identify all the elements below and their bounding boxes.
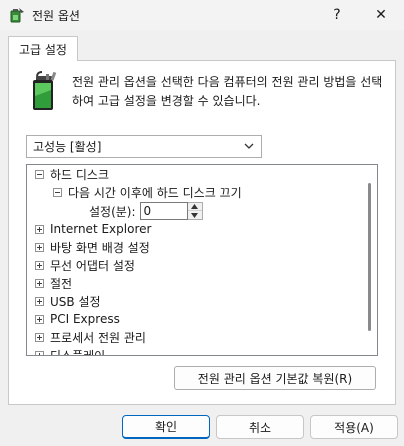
setting-label: 설정(분): bbox=[89, 204, 136, 219]
collapse-icon[interactable] bbox=[35, 169, 44, 179]
tree-item-pci-express[interactable]: PCI Express bbox=[35, 310, 120, 328]
description-text: 전원 관리 옵션을 선택한 다음 컴퓨터의 전원 관리 방법을 선택하여 고급 … bbox=[72, 75, 383, 108]
power-plan-select[interactable]: 고성능 [활성] bbox=[26, 135, 262, 158]
tree-item-processor[interactable]: 프로세서 전원 관리 bbox=[35, 328, 146, 346]
close-button[interactable]: ✕ bbox=[358, 0, 404, 30]
tree-item-label: Internet Explorer bbox=[50, 222, 152, 236]
expand-icon[interactable] bbox=[35, 296, 44, 306]
apply-button[interactable]: 적용(A) bbox=[310, 415, 398, 439]
tree-item-turn-off-disk[interactable]: 다음 시간 이후에 하드 디스크 끄기 bbox=[53, 183, 242, 201]
title-bar: 전원 옵션 ? ✕ bbox=[0, 0, 404, 30]
chevron-down-icon bbox=[244, 143, 254, 149]
tree-item-label: 절전 bbox=[50, 276, 73, 291]
scroll-thumb[interactable] bbox=[368, 183, 371, 331]
tree-item-label: 하드 디스크 bbox=[50, 167, 110, 182]
expand-icon[interactable] bbox=[35, 224, 44, 234]
expand-icon[interactable] bbox=[35, 242, 44, 252]
restore-defaults-button[interactable]: 전원 관리 옵션 기본값 복원(R) bbox=[174, 366, 376, 390]
spin-up-icon[interactable] bbox=[187, 203, 202, 211]
tree-scrollbar[interactable] bbox=[362, 165, 377, 355]
tree-item-display[interactable]: 디스플레이 bbox=[35, 346, 106, 356]
tree-item-wireless-adapter[interactable]: 무선 어댑터 설정 bbox=[35, 256, 135, 274]
collapse-icon[interactable] bbox=[53, 187, 62, 197]
tree-item-desktop-background[interactable]: 바탕 화면 배경 설정 bbox=[35, 238, 150, 256]
tree-item-sleep[interactable]: 절전 bbox=[35, 274, 72, 292]
tree-item-label: PCI Express bbox=[50, 312, 120, 326]
tree-item-setting: 설정(분): 0 bbox=[89, 201, 203, 221]
minutes-spinner[interactable] bbox=[187, 202, 203, 220]
cancel-button[interactable]: 취소 bbox=[216, 415, 304, 439]
tree-item-usb[interactable]: USB 설정 bbox=[35, 292, 101, 310]
power-options-icon bbox=[10, 8, 24, 23]
expand-icon[interactable] bbox=[35, 260, 44, 270]
power-plan-value: 고성능 [활성] bbox=[33, 140, 102, 154]
tab-advanced-settings[interactable]: 고급 설정 bbox=[8, 36, 78, 61]
tree-item-label: 다음 시간 이후에 하드 디스크 끄기 bbox=[68, 185, 242, 200]
settings-tree[interactable]: 하드 디스크 다음 시간 이후에 하드 디스크 끄기 설정(분): 0 Inte… bbox=[26, 164, 378, 356]
battery-plug-icon bbox=[33, 71, 57, 110]
minutes-input[interactable]: 0 bbox=[139, 202, 188, 220]
tree-item-internet-explorer[interactable]: Internet Explorer bbox=[35, 220, 151, 238]
help-button[interactable]: ? bbox=[314, 0, 360, 30]
tree-item-label: 바탕 화면 배경 설정 bbox=[50, 240, 150, 255]
tree-item-hard-disk[interactable]: 하드 디스크 bbox=[35, 165, 109, 183]
ok-button[interactable]: 확인 bbox=[122, 415, 210, 439]
tree-item-label: USB 설정 bbox=[50, 294, 101, 309]
tree-item-label: 디스플레이 bbox=[50, 348, 106, 356]
spin-down-icon[interactable] bbox=[188, 211, 202, 219]
tree-item-label: 무선 어댑터 설정 bbox=[50, 258, 135, 273]
expand-icon[interactable] bbox=[35, 350, 44, 355]
tree-item-label: 프로세서 전원 관리 bbox=[50, 330, 146, 345]
expand-icon[interactable] bbox=[35, 314, 44, 324]
expand-icon[interactable] bbox=[35, 278, 44, 288]
expand-icon[interactable] bbox=[35, 332, 44, 342]
window-title: 전원 옵션 bbox=[32, 9, 80, 23]
